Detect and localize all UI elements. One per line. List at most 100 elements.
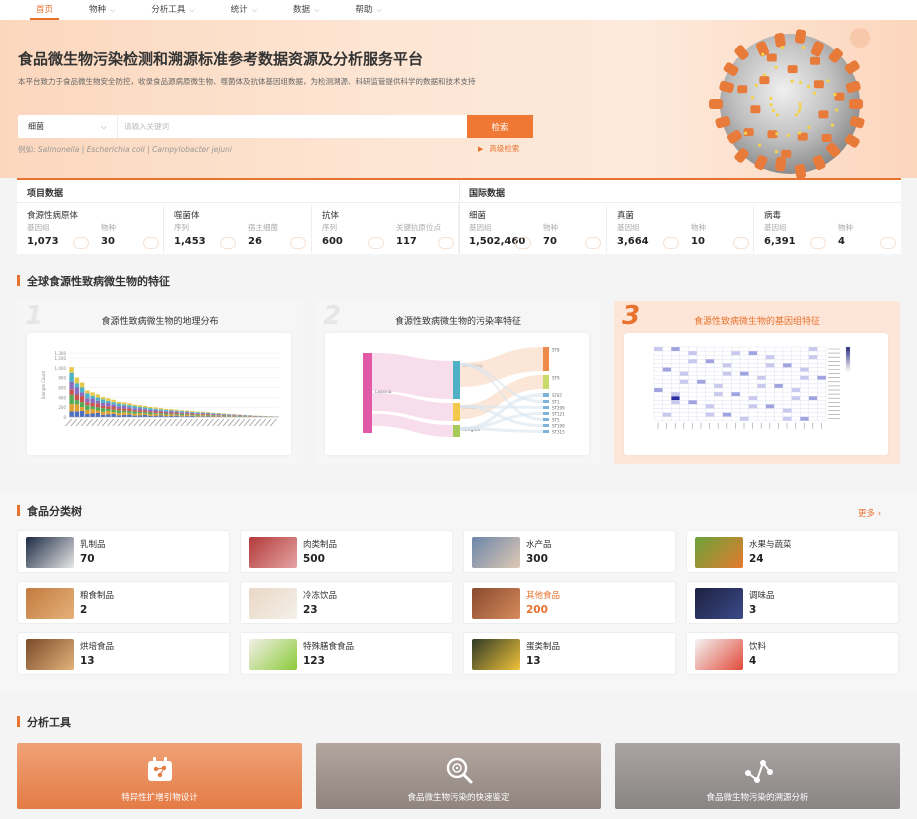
heatmap-cell (696, 391, 706, 397)
food-category-card[interactable]: 冷冻饮品 23 (240, 581, 453, 624)
virus-spike (759, 76, 770, 85)
feature-card-genome[interactable]: 3 食源性致病微生物的基因组特征 (614, 301, 900, 464)
bar-segment (106, 400, 111, 403)
stat-label: 序列 (322, 223, 337, 232)
nav-item-analysis-tools[interactable]: 分析工具 ⌵ (151, 0, 194, 20)
food-category-card[interactable]: 蛋类制品 13 (463, 632, 676, 675)
heatmap-cell (696, 346, 706, 352)
feature-card-contamination[interactable]: 2 食源性致病微生物的污染率特征 ListeriaZhejiangAnhuiNi… (315, 301, 601, 464)
feature-card-geo[interactable]: 1 食源性致病微生物的地理分布 1,300 1,200 1,000 800 600 400… (17, 301, 303, 464)
stat-cell: 物种 4 (838, 222, 853, 247)
bar-segment (95, 400, 101, 404)
sankey-node-label: ST299 (552, 406, 565, 411)
stat-cell: 基因组 3,664 (617, 222, 649, 247)
tool-card-primer-design[interactable]: 特异性扩增引物设计 (17, 743, 302, 809)
food-category-count: 13 (80, 655, 95, 667)
heatmap-cell (757, 416, 766, 421)
stat-group[interactable]: 真菌 基因组 3,664 物种 10 (607, 205, 754, 253)
nav-item-species[interactable]: 物种 ⌵ (89, 0, 115, 20)
tool-label: 特异性扩增引物设计 (121, 793, 198, 803)
heatmap-cell (722, 355, 732, 360)
heatmap-cell (722, 387, 732, 393)
search-category-select[interactable]: 细菌 ⌵ (18, 115, 118, 138)
heatmap-cell (662, 379, 672, 385)
bar-segment (90, 409, 95, 414)
food-category-card[interactable]: 肉类制品 500 (240, 530, 453, 573)
nav-item-data[interactable]: 数据 ⌵ (293, 0, 319, 20)
heatmap-cell (765, 404, 775, 409)
bar-segment (184, 411, 190, 413)
sankey-diagram: ListeriaZhejiangAnhuiNingxiaST8ST9ST87ST… (363, 347, 565, 437)
heatmap (653, 346, 851, 429)
stat-group[interactable]: 抗体 序列 600 关键抗原位点 117 (312, 205, 459, 253)
virus-dot (744, 131, 748, 135)
heatmap-cell (714, 346, 723, 352)
heatmap-cell (791, 391, 801, 397)
nav-item-help[interactable]: 帮助 ⌵ (355, 0, 381, 20)
stat-group[interactable]: 食源性病原体 基因组 1,073 物种 30 (17, 205, 164, 253)
bar-segment (132, 411, 137, 414)
bar-segment (200, 413, 206, 415)
heatmap-cell (817, 391, 827, 397)
heatmap-cell (817, 367, 827, 372)
bar-segment (174, 414, 179, 416)
food-category-card[interactable]: 饮料 4 (686, 632, 899, 675)
heatmap-cell (679, 375, 689, 380)
stat-group[interactable]: 噬菌体 序列 1,453 宿主细菌 26 (164, 205, 312, 253)
food-category-card[interactable]: 烘培食品 13 (17, 632, 230, 675)
heatmap-cell (791, 387, 801, 393)
virus-dot (830, 123, 835, 127)
heatmap-cell (791, 346, 801, 352)
heatmap-cell (671, 350, 680, 356)
search-examples: 例如: Salmonella | Escherichia coli | Camp… (18, 145, 232, 154)
heatmap-cell (722, 408, 732, 413)
food-category-card[interactable]: 其他食品 200 (463, 581, 676, 624)
heatmap-cell (739, 387, 749, 393)
heatmap-cell (800, 375, 809, 380)
food-category-card[interactable]: 水果与蔬菜 24 (686, 530, 899, 573)
food-category-card[interactable]: 调味品 3 (686, 581, 899, 624)
heatmap-cell (757, 379, 766, 385)
nav-item-home[interactable]: 首页 (29, 0, 60, 20)
bacteria-watermark-icon (220, 237, 236, 249)
bar-segment (163, 412, 169, 414)
tool-card-rapid-identification[interactable]: 食品微生物污染的快速鉴定 (316, 743, 601, 809)
stat-group[interactable]: 细菌 基因组 1,502,460 物种 70 (459, 205, 607, 253)
bar-segment (205, 412, 211, 414)
heatmap-cell (731, 391, 741, 397)
example-link[interactable]: Campylobacter jejuni (152, 145, 232, 154)
advanced-search-link[interactable]: ▶ 高级检索 (478, 143, 519, 154)
heatmap-cell (714, 400, 723, 405)
stat-group[interactable]: 病毒 基因组 6,391 物种 4 (754, 205, 901, 253)
nav-item-statistics[interactable]: 统计 ⌵ (231, 0, 257, 20)
heatmap-cell (782, 412, 792, 417)
bar-segment (95, 407, 101, 411)
search-button[interactable]: 检索 (467, 115, 533, 138)
heatmap-cell (817, 387, 827, 393)
food-category-card[interactable]: 粮食制品 2 (17, 581, 230, 624)
food-category-card[interactable]: 特殊膳食食品 123 (240, 632, 453, 675)
heatmap-cell (739, 371, 749, 376)
heatmap-cell (696, 375, 706, 380)
food-category-card[interactable]: 水产品 300 (463, 530, 676, 573)
example-link[interactable]: Salmonella (38, 145, 79, 154)
heatmap-cell (808, 371, 818, 376)
heatmap-cell (671, 391, 680, 397)
more-link[interactable]: 更多 › (858, 507, 881, 519)
search-input[interactable] (118, 115, 467, 138)
heatmap-cell (808, 350, 818, 356)
feature-title: 食源性致病微生物的污染率特征 (394, 317, 521, 327)
bar-segment (111, 412, 116, 414)
bar-segment (85, 414, 90, 417)
bar-segment (127, 405, 132, 408)
heatmap-cell (808, 416, 818, 421)
heatmap-cell (774, 416, 784, 421)
example-link[interactable]: Escherichia coli (87, 145, 145, 154)
stat-group-title: 噬菌体 (174, 211, 200, 221)
food-category-count: 3 (749, 604, 757, 616)
virus-dot (826, 79, 830, 83)
sankey-node (453, 361, 460, 399)
food-category-card[interactable]: 乳制品 70 (17, 530, 230, 573)
virus-spike (709, 99, 723, 109)
tool-card-traceability[interactable]: 食品微生物污染的溯源分析 (615, 743, 900, 809)
